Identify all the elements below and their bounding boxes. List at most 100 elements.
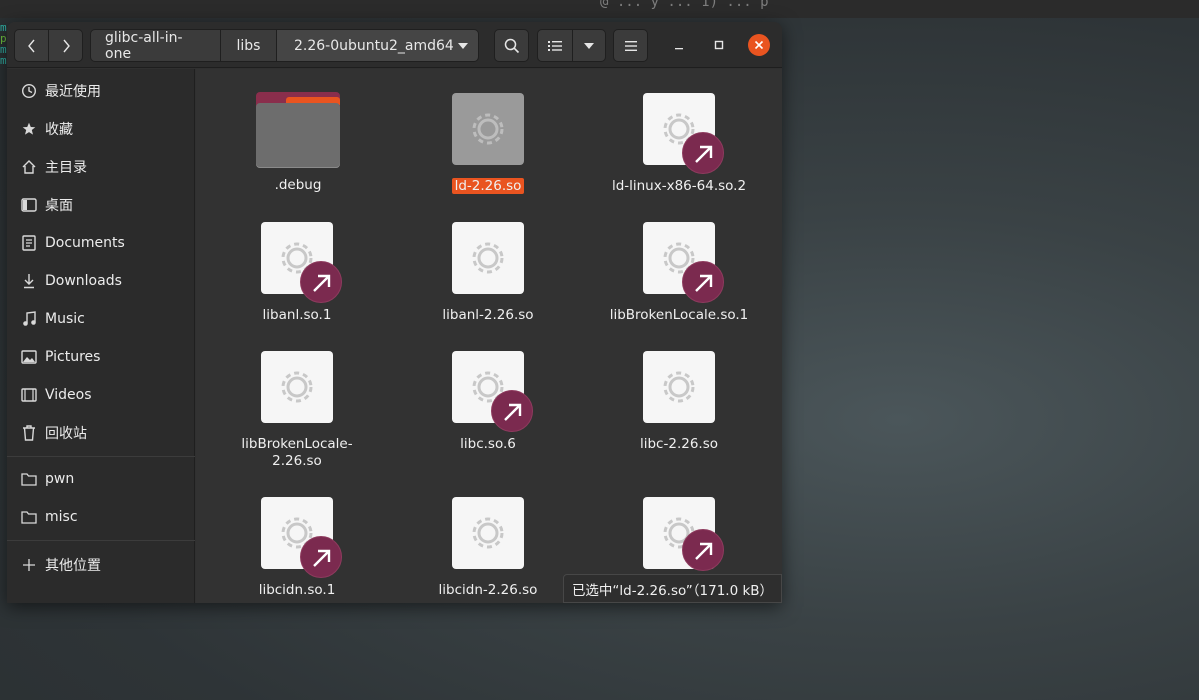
sidebar-item-label: 主目录	[45, 160, 87, 176]
sidebar-item-recent[interactable]: 最近使用	[7, 72, 195, 110]
view-options-dropdown[interactable]	[572, 29, 606, 62]
desktop-icon	[21, 197, 37, 213]
maximize-icon	[714, 40, 724, 50]
chevron-down-icon	[458, 43, 468, 49]
file-name: libBrokenLocale.so.1	[609, 307, 749, 323]
file-item-libc-so-6[interactable]: libc.so.6	[403, 351, 573, 453]
sidebar-item-other-locations[interactable]: 其他位置	[7, 546, 195, 584]
music-icon	[21, 311, 37, 327]
shared-library-icon	[643, 497, 724, 571]
sidebar-item-misc[interactable]: misc	[7, 498, 195, 536]
sidebar-item-videos[interactable]: Videos	[7, 376, 195, 414]
file-name: libcidn.so.1	[258, 582, 336, 598]
close-icon	[754, 40, 764, 50]
gear-icon	[663, 371, 695, 403]
menu-button[interactable]	[613, 29, 648, 62]
file-item-libcidn-2.26-so[interactable]: libcidn-2.26.so	[403, 497, 573, 599]
shared-library-icon	[261, 351, 333, 423]
minimize-button[interactable]	[668, 34, 690, 56]
file-item-debug[interactable]: .debug	[213, 92, 383, 194]
breadcrumb-current[interactable]: 2.26-0ubuntu2_amd64	[276, 29, 479, 62]
sidebar-item-label: Pictures	[45, 349, 101, 365]
trash-icon	[21, 425, 37, 441]
chevron-down-icon	[584, 42, 594, 49]
sidebar-item-label: 回收站	[45, 426, 87, 442]
forward-button[interactable]	[48, 29, 83, 62]
maximize-button[interactable]	[708, 34, 730, 56]
file-grid: .debug ld-2.26.so ld-linux-x86-64.so.2 l…	[196, 69, 782, 603]
file-item-partial[interactable]	[594, 497, 764, 582]
sidebar-item-home[interactable]: 主目录	[7, 148, 195, 186]
close-button[interactable]	[748, 34, 770, 56]
shared-library-icon	[261, 222, 342, 303]
gear-icon	[281, 371, 313, 403]
sidebar-item-starred[interactable]: 收藏	[7, 110, 195, 148]
file-manager-window: glibc-all-in-one libs 2.26-0ubuntu2_amd6…	[7, 22, 782, 603]
symlink-arrow-icon	[682, 132, 724, 174]
background-window-strip: @ ... y ... 1) ... p	[0, 0, 1199, 18]
background-window-text: @ ... y ... 1) ... p	[600, 0, 769, 10]
sidebar-item-label: Documents	[45, 235, 125, 251]
file-name: .debug	[274, 177, 322, 193]
file-item-libcidn-so-1[interactable]: libcidn.so.1	[212, 497, 382, 599]
breadcrumb-glibc-all-in-one[interactable]: glibc-all-in-one	[90, 29, 221, 62]
sidebar-item-documents[interactable]: Documents	[7, 224, 195, 262]
file-item-ld-2.26-so[interactable]: ld-2.26.so	[403, 93, 573, 195]
sidebar-item-desktop[interactable]: 桌面	[7, 186, 195, 224]
file-name: libc-2.26.so	[639, 436, 718, 452]
file-item-libanl-so-1[interactable]: libanl.so.1	[212, 222, 382, 324]
sidebar-divider	[7, 456, 195, 457]
status-overlay: 已选中“ld-2.26.so”（171.0 kB）	[563, 574, 782, 603]
sidebar-item-trash[interactable]: 回收站	[7, 414, 195, 452]
shared-library-icon	[452, 93, 524, 165]
shared-library-icon	[452, 351, 533, 432]
folder-icon	[21, 509, 37, 525]
file-name: libanl.so.1	[262, 307, 332, 323]
clock-icon	[21, 83, 37, 99]
symlink-arrow-icon	[682, 261, 724, 303]
terminal-edge-char: m	[0, 54, 7, 67]
shared-library-icon	[452, 222, 524, 294]
symlink-arrow-icon	[300, 536, 342, 578]
picture-icon	[21, 349, 37, 365]
terminal-edge: m p m m	[0, 22, 7, 72]
sidebar-item-downloads[interactable]: Downloads	[7, 262, 195, 300]
minimize-icon	[675, 48, 683, 50]
file-item-libbrokenlocale-so-1[interactable]: libBrokenLocale.so.1	[594, 222, 764, 324]
sidebar-item-pwn[interactable]: pwn	[7, 460, 195, 498]
file-name: ld-linux-x86-64.so.2	[611, 178, 747, 194]
download-icon	[21, 273, 37, 289]
file-item-libc-2.26-so[interactable]: libc-2.26.so	[594, 351, 764, 453]
sidebar-item-label: Music	[45, 311, 85, 327]
file-item-libanl-2.26-so[interactable]: libanl-2.26.so	[403, 222, 573, 324]
symlink-arrow-icon	[300, 261, 342, 303]
folder-icon	[21, 471, 37, 487]
chevron-right-icon	[62, 39, 70, 52]
header-bar: glibc-all-in-one libs 2.26-0ubuntu2_amd6…	[7, 22, 782, 68]
file-name: libcidn-2.26.so	[438, 582, 538, 598]
gear-icon	[472, 517, 504, 549]
search-button[interactable]	[494, 29, 529, 62]
gear-icon	[472, 113, 504, 145]
chevron-left-icon	[27, 39, 35, 52]
breadcrumb-current-label: 2.26-0ubuntu2_amd64	[294, 37, 454, 54]
sidebar-item-label: 其他位置	[45, 558, 101, 574]
sidebar-item-music[interactable]: Music	[7, 300, 195, 338]
list-view-icon	[548, 40, 562, 51]
file-name: libc.so.6	[460, 436, 516, 452]
sidebar-item-label: Downloads	[45, 273, 122, 289]
breadcrumb-libs[interactable]: libs	[220, 29, 277, 62]
sidebar-item-label: misc	[45, 509, 78, 525]
sidebar-item-label: 最近使用	[45, 84, 101, 100]
file-item-libbrokenlocale-2.26-so[interactable]: libBrokenLocale- 2.26.so	[212, 351, 382, 470]
view-mode-button[interactable]	[537, 29, 573, 62]
shared-library-icon	[643, 351, 715, 423]
back-button[interactable]	[14, 29, 49, 62]
hamburger-menu-icon	[624, 40, 637, 51]
file-name: libBrokenLocale- 2.26.so	[241, 436, 353, 469]
sidebar-item-pictures[interactable]: Pictures	[7, 338, 195, 376]
sidebar-item-label: Videos	[45, 387, 92, 403]
document-icon	[21, 235, 37, 251]
file-item-ld-linux[interactable]: ld-linux-x86-64.so.2	[594, 93, 764, 195]
sidebar-divider	[7, 540, 195, 541]
